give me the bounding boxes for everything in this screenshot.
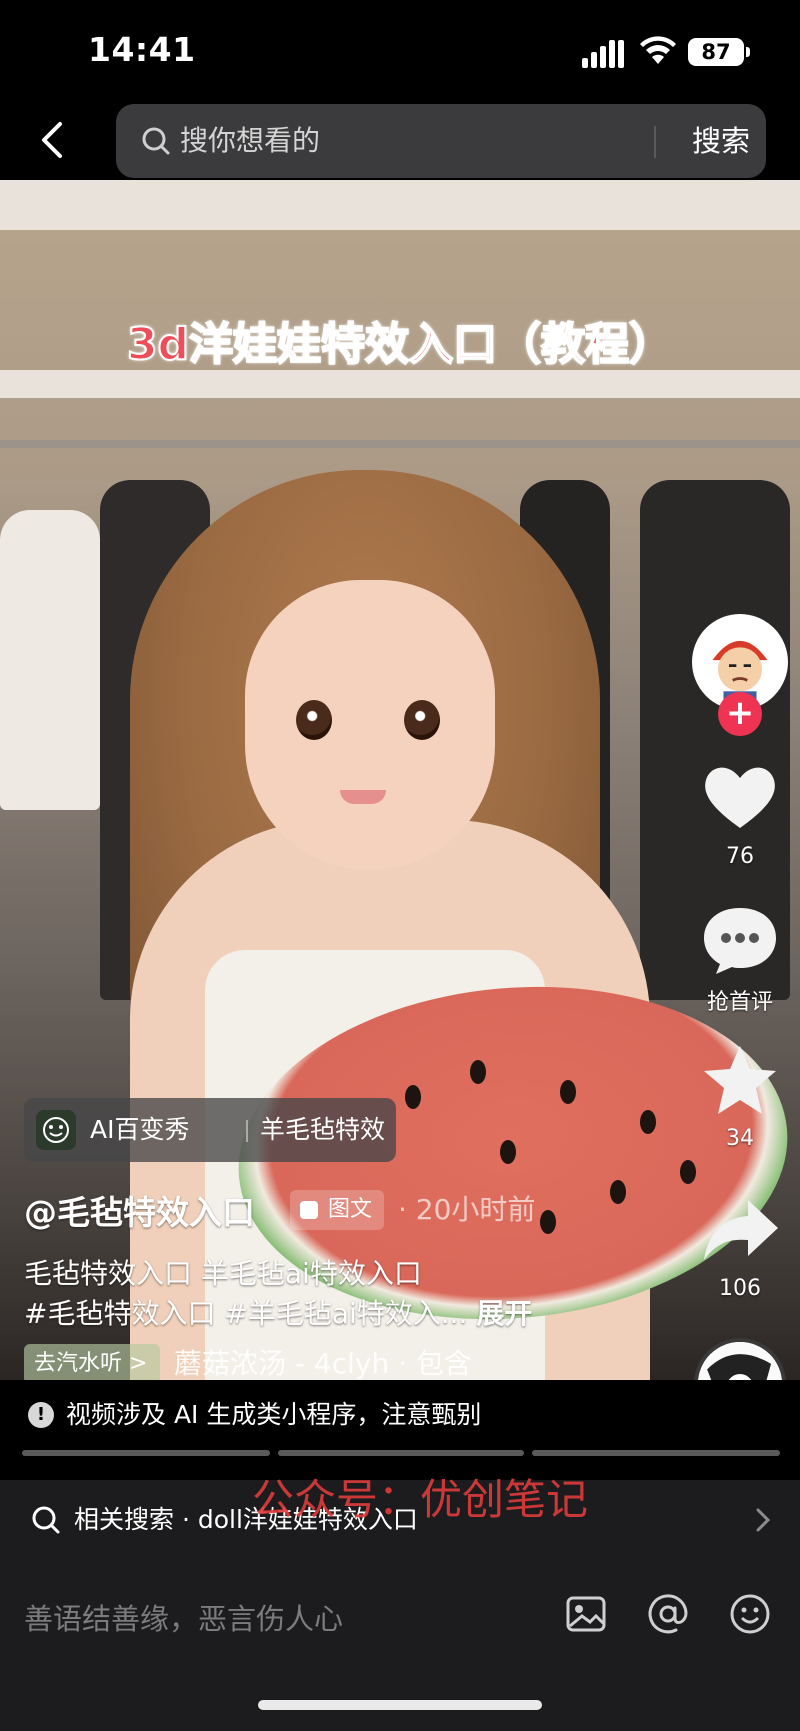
clothes-rail — [0, 440, 800, 448]
watermelon-seed — [640, 1110, 656, 1134]
image-icon[interactable] — [564, 1592, 608, 1636]
doll-eye — [296, 700, 332, 740]
status-bar: 14:41 87 — [0, 0, 800, 100]
comment-count: 抢首评 — [706, 990, 773, 1015]
watermelon-seed — [560, 1080, 576, 1104]
watermark: 公众号：优创笔记 — [252, 1475, 589, 1524]
progress-segment[interactable] — [532, 1450, 780, 1456]
doll-mouth — [340, 790, 386, 804]
like-count: 76 — [726, 844, 754, 869]
wifi-icon — [640, 36, 676, 64]
status-time: 14:41 — [88, 30, 196, 69]
shelf — [0, 180, 800, 230]
effect-face-icon — [36, 1110, 76, 1150]
doll-eye — [404, 700, 440, 740]
progress-segment[interactable] — [22, 1450, 270, 1456]
back-arrow-icon[interactable] — [28, 114, 80, 166]
effect-tag[interactable]: AI百变秀 羊毛毡特效 — [24, 1098, 396, 1162]
video-overlay-title: 3d洋娃娃特效入口（教程） — [126, 318, 674, 371]
emoji-icon[interactable] — [728, 1592, 772, 1636]
follow-button[interactable]: + — [718, 692, 762, 736]
top-bar: 搜你想看的 搜索 — [0, 100, 800, 180]
type-badge: 图文 — [290, 1190, 384, 1230]
post-time: · 20小时前 — [398, 1193, 536, 1226]
effect-subname: 羊毛毡特效 — [260, 1115, 386, 1144]
effect-name: AI百变秀 — [90, 1115, 190, 1144]
cellular-signal-icon — [582, 40, 624, 68]
progress-segment[interactable] — [278, 1450, 524, 1456]
at-mention-icon[interactable] — [646, 1592, 690, 1636]
description-line: 毛毡特效入口 羊毛毡ai特效入口 — [24, 1257, 422, 1290]
home-indicator — [258, 1700, 542, 1710]
hashtags[interactable]: #毛毡特效入口 #羊毛毡ai特效入... — [24, 1297, 467, 1330]
watermelon-seed — [500, 1140, 516, 1164]
doll-face — [245, 580, 495, 870]
battery-indicator: 87 — [688, 38, 750, 66]
description-line-2: #毛毡特效入口 #羊毛毡ai特效入... 展开 — [24, 1292, 532, 1332]
chevron-right-icon — [756, 1508, 771, 1532]
watermelon-seed — [470, 1060, 486, 1084]
type-badge-label: 图文 — [327, 1197, 372, 1222]
search-input[interactable]: 搜你想看的 — [180, 104, 320, 178]
expand-button[interactable]: 展开 — [476, 1297, 532, 1330]
effect-separator — [246, 1120, 248, 1142]
search-divider — [654, 126, 656, 158]
hanging-shirt — [0, 510, 100, 810]
watermelon-seed — [680, 1160, 696, 1184]
author-name[interactable]: @毛毡特效入口 — [24, 1186, 255, 1234]
watermelon-seed — [610, 1180, 626, 1204]
favorite-count: 34 — [726, 1126, 754, 1151]
listen-in-qishui-button[interactable]: 去汽水听 > — [24, 1344, 160, 1384]
music-title[interactable]: 蘑菇浓汤 - 4clyh · 包含 — [174, 1344, 504, 1384]
shelf — [0, 370, 800, 398]
exclamation-icon: ! — [28, 1402, 54, 1428]
search-button[interactable]: 搜索 — [676, 104, 766, 178]
search-icon — [32, 1506, 60, 1534]
comment-input[interactable]: 善语结善缘，恶言伤人心 — [24, 1596, 343, 1638]
share-arrow-icon[interactable] — [700, 1194, 780, 1266]
comment-bubble-icon[interactable] — [700, 904, 780, 976]
watermelon-seed — [540, 1210, 556, 1234]
search-bar[interactable]: 搜你想看的 搜索 — [116, 104, 766, 178]
image-text-icon — [300, 1201, 318, 1219]
favorite-star-icon[interactable] — [700, 1044, 780, 1116]
like-heart-icon[interactable] — [700, 760, 780, 832]
ai-notice: ! 视频涉及 AI 生成类小程序，注意甄别 — [0, 1380, 800, 1450]
search-icon — [142, 127, 170, 155]
share-count: 106 — [719, 1276, 761, 1301]
notice-text: 视频涉及 AI 生成类小程序，注意甄别 — [66, 1400, 482, 1429]
watermelon-seed — [405, 1085, 421, 1109]
